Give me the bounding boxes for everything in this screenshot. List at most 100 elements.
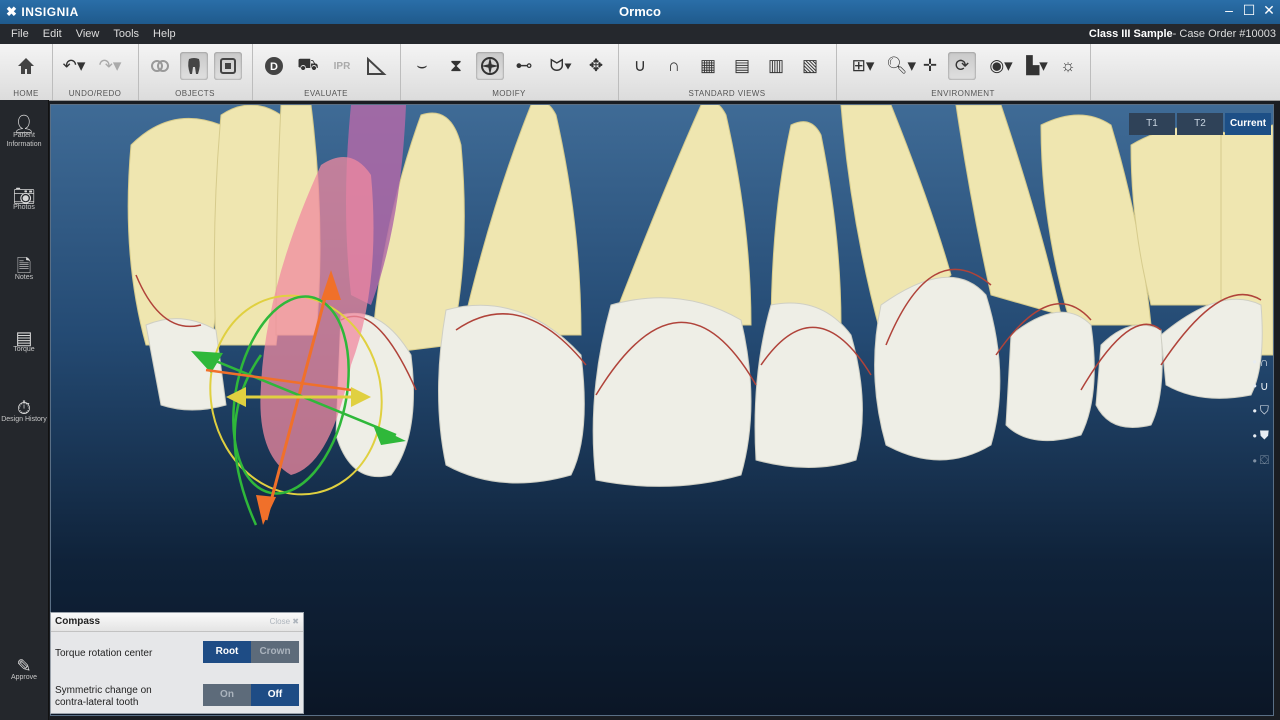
zoom-icon: 🔍︎▾ <box>885 56 917 75</box>
lower-arch-icon: ∩ <box>667 56 681 75</box>
compass-close-button[interactable]: Close ✖ <box>270 613 299 631</box>
sidebar-label-patient: Patient Information <box>6 132 42 148</box>
tab-t1[interactable]: T1 <box>1129 113 1175 135</box>
menu-file[interactable]: File <box>4 28 36 40</box>
menu-help[interactable]: Help <box>146 28 183 40</box>
dot-icon: • <box>1252 428 1257 443</box>
arch-button[interactable]: ⌣ <box>408 52 436 80</box>
sidebar-label-torque: Torque <box>13 346 35 353</box>
hourglass-button[interactable]: ⧗ <box>442 52 470 80</box>
lower-teeth-icon: ⛊ <box>1259 428 1269 442</box>
upper-arch-icon: ∪ <box>633 56 647 75</box>
sidebar-item-patient-information[interactable]: 👤︎ Patient Information <box>0 115 48 149</box>
grid-icon: ⊞▾ <box>851 56 875 75</box>
view-left-button[interactable]: ▥ <box>762 52 790 80</box>
group-label-standard-views: STANDARD VIEWS <box>688 89 766 98</box>
view-upper-button[interactable]: ∪ <box>626 52 654 80</box>
crown-option[interactable]: Crown <box>251 641 299 663</box>
off-option[interactable]: Off <box>251 684 299 706</box>
menu-view[interactable]: View <box>69 28 107 40</box>
minimize-button[interactable]: – <box>1222 2 1236 19</box>
group-environment: ⊞▾ 🔍︎▾ ✛ ⟳ ◉▾ ▙▾ ☼ ENVIRONMENT <box>836 44 1091 100</box>
redo-button[interactable]: ↷▾ <box>96 52 124 80</box>
sidebar-item-torque[interactable]: ▤ Torque <box>0 328 48 354</box>
sidebar-item-design-history[interactable]: ⏱︎ Design History <box>0 399 48 424</box>
menu-tools[interactable]: Tools <box>106 28 146 40</box>
sun-icon: ☼ <box>1060 56 1076 75</box>
redo-icon: ↷▾ <box>98 56 122 75</box>
compass-close-label: Close <box>269 617 291 626</box>
upper-arch-icon: ∩ <box>1259 355 1269 369</box>
close-icon: ✖ <box>292 617 299 626</box>
both-teeth-icon: ⛋ <box>1259 453 1269 467</box>
pan-button[interactable]: ✛ <box>916 52 944 80</box>
tooth-root <box>610 105 752 326</box>
lighting-button[interactable]: ☼ <box>1054 52 1082 80</box>
lower-arch-toggle[interactable]: • ∪ <box>1253 379 1269 393</box>
ipr-button[interactable]: IPR <box>328 52 356 80</box>
case-info: Class III Sample- Case Order #10003 <box>1089 28 1276 40</box>
dot-icon: • <box>1252 453 1257 468</box>
sidebar-item-notes[interactable]: 🗎 Notes <box>0 257 48 282</box>
camera-icon: ⛟ <box>297 55 319 74</box>
symmetric-label: Symmetric change on contra-lateral tooth <box>55 685 152 709</box>
ipr-icon: IPR <box>333 60 351 72</box>
teeth-button[interactable] <box>180 52 208 80</box>
arch-teeth-button[interactable]: ᗢ▾ <box>544 52 578 80</box>
view-right-button[interactable]: ▤ <box>728 52 756 80</box>
eye-icon: ◉▾ <box>989 56 1013 75</box>
tab-current[interactable]: Current <box>1225 113 1271 135</box>
brackets-button[interactable] <box>214 52 242 80</box>
move-button[interactable]: ✥ <box>582 52 610 80</box>
close-button[interactable]: ✕ <box>1262 2 1276 19</box>
table-icon: ▤ <box>15 328 33 348</box>
distance-icon-letter: D <box>270 61 278 73</box>
view-front-button[interactable]: ▦ <box>694 52 722 80</box>
group-standard-views: ∪ ∩ ▦ ▤ ▥ ▧ STANDARD VIEWS <box>618 44 837 100</box>
lower-teeth-toggle[interactable]: • ⛊ <box>1253 428 1269 443</box>
sidebar-item-approve[interactable]: ✎ Approve <box>0 656 48 682</box>
distance-button[interactable]: D <box>260 52 288 80</box>
symmetric-toggle: On Off <box>203 684 299 706</box>
grid-button[interactable]: ⊞▾ <box>846 52 880 80</box>
menu-edit[interactable]: Edit <box>36 28 69 40</box>
home-button[interactable] <box>12 52 40 80</box>
upper-teeth-toggle[interactable]: • ⛉ <box>1253 403 1269 418</box>
tab-t2[interactable]: T2 <box>1177 113 1223 135</box>
torque-center-toggle: Root Crown <box>203 641 299 663</box>
gingiva-button[interactable] <box>146 52 174 80</box>
on-option[interactable]: On <box>203 684 251 706</box>
zoom-button[interactable]: 🔍︎▾ <box>884 52 918 80</box>
rotate-button[interactable]: ⟳ <box>948 52 976 80</box>
layout-button[interactable]: ▙▾ <box>1020 52 1054 80</box>
group-label-evaluate: EVALUATE <box>304 89 348 98</box>
symmetric-label-line2: contra-lateral tooth <box>55 697 139 708</box>
case-name: Class III Sample <box>1088 28 1173 40</box>
upper-arch-toggle[interactable]: • ∩ <box>1253 355 1269 369</box>
upper-teeth-icon: ⛉ <box>1259 403 1269 417</box>
arch-icon: ⌣ <box>416 56 428 75</box>
tooth-crown <box>592 297 752 487</box>
sidebar-label-design-history: Design History <box>1 416 47 423</box>
maximize-button[interactable]: ☐ <box>1242 2 1256 19</box>
root-option[interactable]: Root <box>203 641 251 663</box>
undo-button[interactable]: ↶▾ <box>60 52 88 80</box>
compass-header: Compass Close ✖ <box>51 613 303 632</box>
occlusal-button[interactable]: ⊷ <box>510 52 538 80</box>
bracket-icon <box>220 58 236 74</box>
group-evaluate: D ⛟ IPR EVALUATE <box>252 44 401 100</box>
camera-button[interactable]: ⛟ <box>294 52 322 80</box>
compass-button[interactable] <box>476 52 504 80</box>
sidebar-item-photos[interactable]: 📷︎ Photos <box>0 187 48 212</box>
measure-button[interactable] <box>362 52 390 80</box>
pan-icon: ✛ <box>922 56 938 75</box>
group-label-environment: ENVIRONMENT <box>931 89 995 98</box>
view-back-button[interactable]: ▧ <box>796 52 824 80</box>
both-teeth-toggle[interactable]: • ⛋ <box>1253 453 1269 468</box>
arrow-down-handle <box>256 495 276 525</box>
view-lower-button[interactable]: ∩ <box>660 52 688 80</box>
approve-icon: ✎ <box>16 656 32 676</box>
tooth-crown <box>1095 324 1163 428</box>
group-home: HOME <box>0 44 53 100</box>
visibility-button[interactable]: ◉▾ <box>984 52 1018 80</box>
